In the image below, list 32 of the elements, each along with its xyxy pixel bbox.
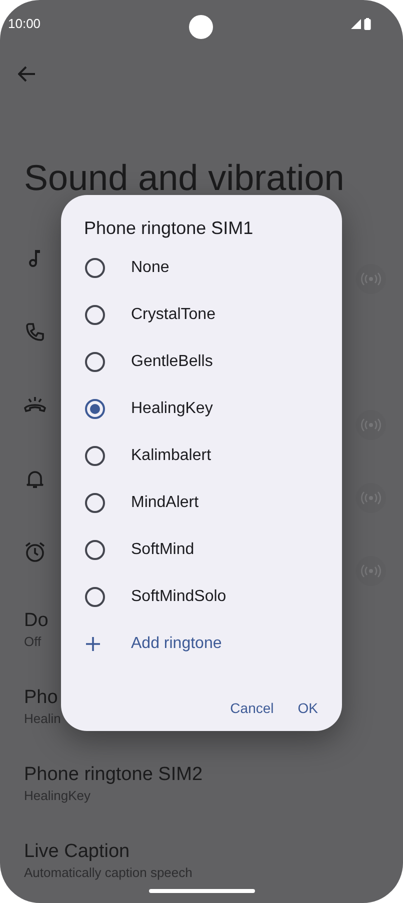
radio-button[interactable] xyxy=(85,446,105,466)
radio-button[interactable] xyxy=(85,352,105,372)
radio-button[interactable] xyxy=(85,492,105,512)
alarm-clock-icon xyxy=(24,541,46,563)
signal-icon xyxy=(351,19,361,29)
battery-icon xyxy=(364,18,371,30)
ringtone-option[interactable]: MindAlert xyxy=(131,490,199,514)
status-time: 10:00 xyxy=(8,15,41,34)
ringtone-option[interactable]: None xyxy=(131,256,170,280)
dialog-button[interactable]: OK xyxy=(288,692,328,725)
phone-icon xyxy=(25,322,45,342)
radio-button[interactable] xyxy=(85,258,105,278)
page-title: Sound and vibration xyxy=(24,156,344,200)
phone-hangup-icon xyxy=(24,396,46,414)
music-note-icon xyxy=(28,248,42,268)
ringtone-option[interactable]: CrystalTone xyxy=(131,302,216,326)
ringtone-option[interactable]: Kalimbalert xyxy=(131,444,212,468)
dialog-button[interactable]: Cancel xyxy=(220,692,284,725)
dialog-title: Phone ringtone SIM1 xyxy=(84,217,254,240)
ringtone-option[interactable]: GentleBells xyxy=(131,350,213,374)
bell-icon xyxy=(26,469,44,489)
radio-button[interactable] xyxy=(85,398,105,418)
radio-button[interactable] xyxy=(85,304,105,324)
ringtone-option[interactable]: HealingKey xyxy=(131,396,213,420)
ringtone-option[interactable]: SoftMind xyxy=(131,538,194,562)
add-ringtone-link[interactable]: Add ringtone xyxy=(131,632,222,656)
back-arrow-icon[interactable] xyxy=(18,66,36,82)
ringtone-option[interactable]: SoftMindSolo xyxy=(131,584,226,608)
plus-icon[interactable] xyxy=(85,636,101,652)
radio-button[interactable] xyxy=(85,586,105,606)
camera-cutout xyxy=(189,15,213,39)
radio-button[interactable] xyxy=(85,540,105,560)
